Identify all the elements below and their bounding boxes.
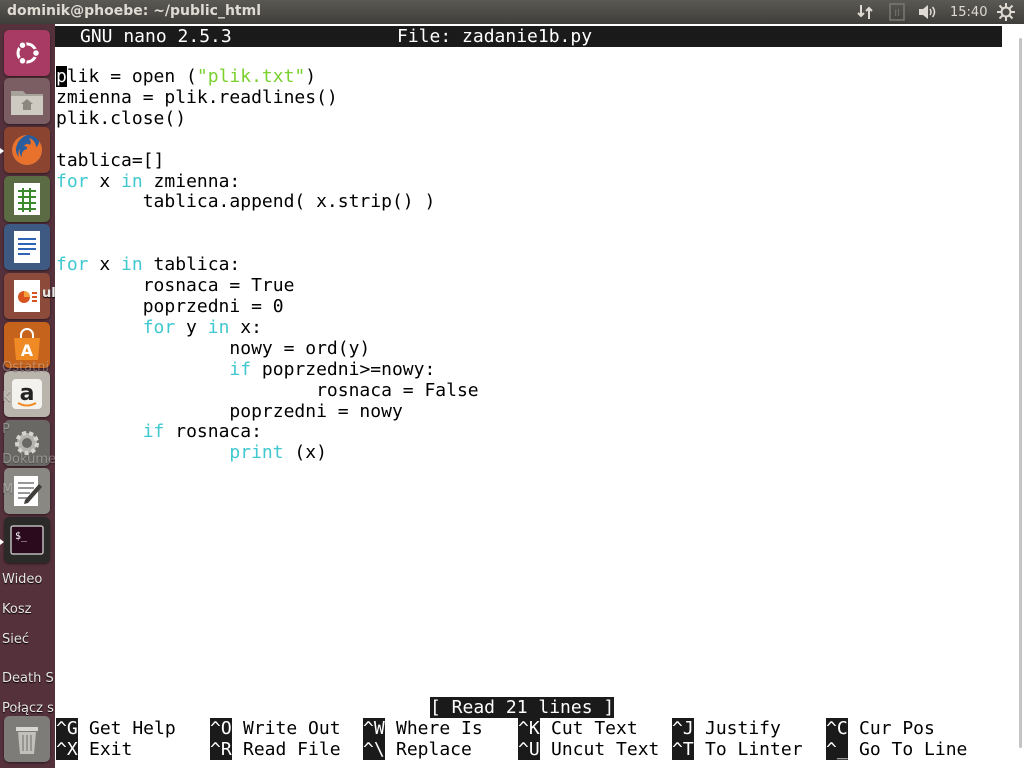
scrollbar-thumb[interactable] xyxy=(1019,38,1022,748)
gear-icon[interactable] xyxy=(997,0,1019,24)
network-icon[interactable] xyxy=(856,0,876,24)
shopping-bag-icon: A xyxy=(14,328,40,360)
running-indicator xyxy=(0,148,4,154)
text-cursor: p xyxy=(56,66,67,87)
calc-launcher[interactable] xyxy=(4,176,50,222)
code-line: rosnaca = False xyxy=(56,379,479,401)
shortcut-label[interactable]: Write Out xyxy=(243,718,341,739)
code-line: plik = open ("plik.txt") xyxy=(56,66,317,87)
status-message: [ Read 21 lines ] xyxy=(430,697,615,718)
code-line: plik.close() xyxy=(56,107,187,129)
svg-text:A: A xyxy=(21,341,34,360)
top-panel: dominik@phoebe: ~/public_html Il 15:40 xyxy=(0,0,1024,24)
shortcut-key[interactable]: ^K xyxy=(518,718,540,739)
svg-text:Il: Il xyxy=(894,9,899,19)
code-line: if rosnaca: xyxy=(142,421,262,443)
code-line: poprzedni = 0 xyxy=(56,295,284,317)
code-line: for x in tablica: xyxy=(56,254,241,276)
trash-icon xyxy=(16,727,38,754)
shortcut-label[interactable]: Uncut Text xyxy=(551,739,659,760)
shortcut-key[interactable]: ^J xyxy=(672,718,694,739)
code-line: poprzedni = nowy xyxy=(56,400,403,422)
shortcut-label[interactable]: Where Is xyxy=(396,718,483,739)
code-line: nowy = ord(y) xyxy=(56,337,371,359)
terminal-window[interactable]: GNU nano 2.5.3 File: zadanie1b.py plik =… xyxy=(55,24,1024,768)
shortcut-label[interactable]: Cut Text xyxy=(551,718,638,739)
clock[interactable]: 15:40 xyxy=(950,0,987,24)
dash-button[interactable] xyxy=(4,30,50,76)
settings-gear-icon xyxy=(15,431,39,455)
presentation-icon xyxy=(14,280,40,312)
terminal-launcher[interactable]: $_ xyxy=(4,517,50,563)
shortcut-label[interactable]: Justify xyxy=(705,718,781,739)
shortcut-label[interactable]: Cur Pos xyxy=(859,718,935,739)
shortcut-label[interactable]: Exit xyxy=(89,739,132,760)
shortcut-label[interactable]: Get Help xyxy=(89,718,176,739)
nano-file-name: File: zadanie1b.py xyxy=(397,26,593,47)
code-line: tablica.append( x.strip() ) xyxy=(56,191,436,213)
amazon-icon: a xyxy=(12,379,42,409)
svg-text:$_: $_ xyxy=(15,531,28,542)
writer-launcher[interactable] xyxy=(4,224,50,270)
amazon-launcher[interactable]: a xyxy=(4,371,50,417)
shortcut-label[interactable]: To Linter xyxy=(705,739,803,760)
shortcut-label[interactable]: Read File xyxy=(243,739,341,760)
shortcut-key[interactable]: ^T xyxy=(672,739,694,760)
shortcut-key[interactable]: ^U xyxy=(518,739,540,760)
scrollbar[interactable] xyxy=(1002,24,1024,768)
shortcut-key[interactable]: ^O xyxy=(210,718,232,739)
impress-launcher[interactable] xyxy=(4,273,50,319)
files-launcher[interactable] xyxy=(4,78,50,124)
volume-icon[interactable] xyxy=(917,0,939,24)
text-editor-launcher[interactable] xyxy=(4,468,50,514)
text-editor-icon xyxy=(14,476,42,506)
shortcut-key[interactable]: ^X xyxy=(56,739,78,760)
software-center-launcher[interactable]: A xyxy=(4,322,50,368)
shortcut-key[interactable]: ^_ xyxy=(826,739,848,760)
running-indicator xyxy=(0,539,4,545)
launcher: A a $_ xyxy=(0,24,55,768)
code-line: rosnaca = True xyxy=(56,275,295,297)
code-editor[interactable]: plik = open ("plik.txt") zmienna = plik.… xyxy=(56,66,479,464)
system-settings-launcher[interactable] xyxy=(4,420,50,466)
shortcut-key[interactable]: ^\ xyxy=(363,739,385,760)
home-folder-icon xyxy=(11,91,43,115)
code-line: tablica=[] xyxy=(56,149,165,171)
code-line: for x in zmienna: xyxy=(56,170,241,192)
shortcut-label[interactable]: Go To Line xyxy=(859,739,967,760)
firefox-icon xyxy=(12,135,42,165)
code-line: for y in x: xyxy=(142,316,262,338)
shortcut-key[interactable]: ^R xyxy=(210,739,232,760)
spreadsheet-icon xyxy=(14,183,40,215)
shortcut-label[interactable]: Replace xyxy=(396,739,472,760)
nano-version: GNU nano 2.5.3 xyxy=(80,26,232,47)
terminal-icon: $_ xyxy=(10,525,44,555)
document-icon xyxy=(14,231,40,263)
shortcut-key[interactable]: ^C xyxy=(826,718,848,739)
shortcut-key[interactable]: ^G xyxy=(56,718,78,739)
trash-launcher[interactable] xyxy=(4,716,50,762)
window-title: dominik@phoebe: ~/public_html xyxy=(7,3,261,19)
nano-header: GNU nano 2.5.3 File: zadanie1b.py xyxy=(55,26,1002,47)
code-line: if poprzedni>=nowy: xyxy=(229,358,436,380)
svg-text:a: a xyxy=(20,381,35,406)
keyboard-icon[interactable]: Il xyxy=(889,0,909,24)
code-line: zmienna = plik.readlines() xyxy=(56,86,338,108)
shortcut-key[interactable]: ^W xyxy=(363,718,385,739)
ubuntu-logo-icon xyxy=(16,40,41,66)
firefox-launcher[interactable] xyxy=(4,127,50,173)
code-line: print (x) xyxy=(229,442,327,464)
